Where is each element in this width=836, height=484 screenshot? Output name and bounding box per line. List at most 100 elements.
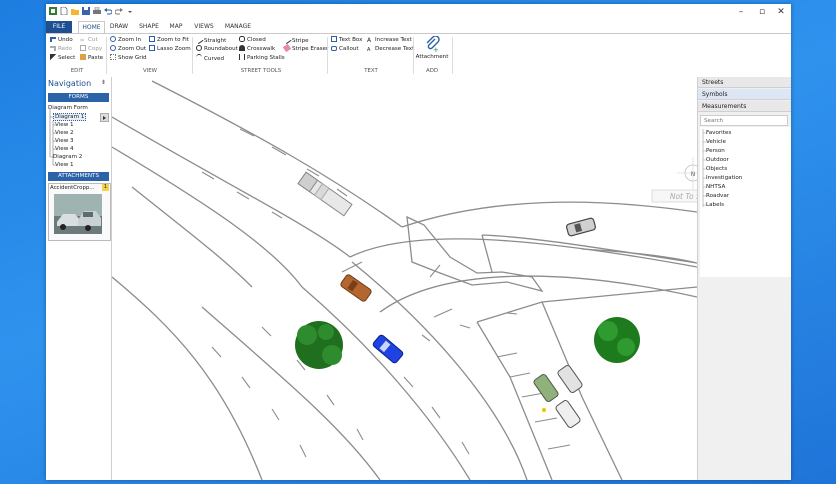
curved-street-button[interactable]: Curved xyxy=(196,54,224,63)
forms-header[interactable]: FORMS xyxy=(48,93,109,102)
paperclip-icon: + xyxy=(426,36,440,52)
ribbon-separator xyxy=(106,37,107,74)
category-favorites[interactable]: Favorites xyxy=(706,130,731,136)
symbols-panel: Streets Symbols Measurements Favorites V… xyxy=(697,77,791,480)
category-roadvar[interactable]: Roadvar xyxy=(706,193,729,199)
tree-left[interactable] xyxy=(295,321,343,369)
brown-car-vehicle[interactable] xyxy=(340,274,373,303)
zoom-in-button[interactable]: Zoom In xyxy=(110,36,141,45)
text-box-button[interactable]: Text Box xyxy=(331,36,363,45)
undo-button[interactable]: Undo xyxy=(50,36,73,45)
crosswalk-button[interactable]: Crosswalk xyxy=(239,45,275,54)
category-vehicle[interactable]: Vehicle xyxy=(706,139,726,145)
print-icon[interactable] xyxy=(93,7,101,15)
zoom-to-fit-button[interactable]: Zoom to Fit xyxy=(149,36,189,45)
category-objects[interactable]: Objects xyxy=(706,166,727,172)
customize-toolbar-icon[interactable] xyxy=(126,7,134,15)
show-grid-button[interactable]: Show Grid xyxy=(110,54,147,63)
ribbon-tabs: FILE HOME DRAW SHAPE MAP VIEWS MANAGE xyxy=(46,21,791,34)
redo-button[interactable]: Redo xyxy=(50,45,72,54)
lasso-icon xyxy=(149,45,155,51)
diagram-canvas[interactable]: N Not To Scale xyxy=(112,77,697,480)
paste-button[interactable]: Paste xyxy=(80,54,103,63)
decrease-text-button[interactable]: A Decrease Text xyxy=(367,45,414,54)
tab-draw[interactable]: DRAW xyxy=(107,21,131,33)
open-folder-icon[interactable] xyxy=(71,7,79,15)
accident-photo-thumbnail[interactable] xyxy=(54,194,102,234)
closed-street-button[interactable]: Closed xyxy=(239,36,266,45)
symbols-search-input[interactable] xyxy=(700,115,788,126)
zoom-fit-icon xyxy=(149,36,155,42)
symbols-header[interactable]: Symbols xyxy=(698,89,791,100)
category-outdoor[interactable]: Outdoor xyxy=(706,157,729,163)
redo-icon[interactable] xyxy=(115,7,123,15)
category-labels[interactable]: Labels xyxy=(706,202,724,208)
tab-map[interactable]: MAP xyxy=(167,21,185,33)
increase-text-button[interactable]: A Increase Text xyxy=(367,36,412,45)
green-car-vehicle[interactable] xyxy=(533,373,559,402)
category-nhtsa[interactable]: NHTSA xyxy=(706,184,725,190)
diagram-drawing[interactable]: N Not To Scale xyxy=(112,77,697,480)
close-button[interactable]: ✕ xyxy=(770,4,791,20)
text-box-icon xyxy=(331,36,337,42)
tab-manage[interactable]: MANAGE xyxy=(222,21,254,33)
lane-dashes xyxy=(201,128,571,458)
title-bar: – ▫ ✕ xyxy=(46,4,791,20)
app-logo-icon xyxy=(49,7,57,15)
grid-icon xyxy=(110,54,116,60)
ribbon-separator xyxy=(192,37,193,74)
group-text-label: TEXT xyxy=(364,68,378,74)
scissors-icon: ✂ xyxy=(80,38,85,44)
eraser-icon xyxy=(282,43,292,53)
category-person[interactable]: Person xyxy=(706,148,725,154)
group-street-tools-label: STREET TOOLS xyxy=(240,68,282,74)
zoom-out-button[interactable]: Zoom Out xyxy=(110,45,146,54)
group-view-label: VIEW xyxy=(142,68,157,74)
roundabout-button[interactable]: Roundabout xyxy=(196,45,238,54)
tree-right[interactable] xyxy=(594,317,640,363)
parking-stalls-icon xyxy=(239,54,245,60)
tab-file[interactable]: FILE xyxy=(46,21,72,33)
category-investigation[interactable]: Investigation xyxy=(706,175,742,181)
roundabout-icon xyxy=(196,45,202,51)
increase-text-icon: A xyxy=(367,37,372,44)
zoom-out-icon xyxy=(110,45,116,51)
lasso-zoom-button[interactable]: Lasso Zoom xyxy=(149,45,191,54)
expand-arrow-icon[interactable] xyxy=(100,113,109,122)
select-button[interactable]: Select xyxy=(50,54,75,63)
tab-shape[interactable]: SHAPE xyxy=(136,21,162,33)
svg-text:+: + xyxy=(433,46,439,52)
attachment-button[interactable]: + Attachment xyxy=(414,36,450,66)
stripe-eraser-button[interactable]: Stripe Eraser xyxy=(282,43,328,54)
pedestrian-icon xyxy=(239,45,245,51)
impact-marker[interactable] xyxy=(542,408,546,412)
attachment-card[interactable]: AccidentCropp... 1 xyxy=(48,183,111,241)
undo-icon[interactable] xyxy=(104,7,112,15)
minimize-button[interactable]: – xyxy=(730,4,752,20)
callout-button[interactable]: Callout xyxy=(331,45,359,54)
copy-button[interactable]: Copy xyxy=(80,45,102,54)
pin-icon[interactable]: ⇟ xyxy=(101,79,106,86)
copy-icon xyxy=(80,45,86,51)
undo-icon xyxy=(50,37,56,42)
parking-stalls-button[interactable]: Parking Stalls xyxy=(239,54,285,63)
ribbon: Undo Redo Select ✂ Cut Copy Paste EDIT Zo… xyxy=(46,33,791,78)
attachment-count-badge: 1 xyxy=(102,184,109,191)
straight-street-button[interactable]: Straight xyxy=(194,34,226,45)
tab-views[interactable]: VIEWS xyxy=(192,21,216,33)
redo-icon xyxy=(50,46,56,51)
attachments-header[interactable]: ATTACHMENTS xyxy=(48,172,109,181)
north-label: N xyxy=(691,171,696,178)
scale-note: Not To Scale xyxy=(670,192,697,201)
white-car-vehicle[interactable] xyxy=(555,399,581,428)
navigation-pane: Navigation ⇟ FORMS Diagram Form Diagram … xyxy=(46,77,112,480)
cut-button[interactable]: ✂ Cut xyxy=(80,36,98,45)
streets-header[interactable]: Streets xyxy=(698,77,791,88)
measurements-header[interactable]: Measurements xyxy=(698,101,791,112)
save-icon[interactable] xyxy=(82,7,90,15)
gray-car-vehicle[interactable] xyxy=(565,217,597,237)
group-add-label: ADD xyxy=(426,68,438,74)
clipboard-icon xyxy=(80,54,86,60)
cursor-icon xyxy=(50,54,56,60)
new-file-icon[interactable] xyxy=(60,7,68,15)
